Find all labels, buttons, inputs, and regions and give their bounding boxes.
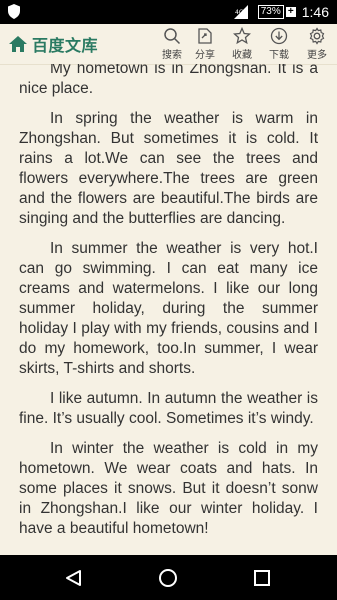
gear-icon [309, 27, 325, 45]
paragraph: My hometown is in Zhongshan. It is a nic… [19, 64, 318, 97]
star-icon [233, 27, 251, 45]
download-icon [270, 27, 288, 45]
home-nav-icon[interactable] [158, 568, 178, 588]
more-label: 更多 [307, 50, 327, 61]
share-icon [198, 28, 212, 44]
battery-indicator: 73% + [257, 5, 296, 19]
brand[interactable]: 百度文库 [8, 32, 98, 56]
download-button[interactable]: 下载 [264, 27, 294, 61]
app-title: 百度文库 [32, 38, 99, 55]
home-icon [9, 36, 27, 52]
more-button[interactable]: 更多 [302, 27, 332, 61]
favorite-label: 收藏 [232, 50, 252, 61]
svg-text:4G: 4G [235, 9, 244, 16]
clock: 1:46 [301, 4, 329, 20]
favorite-button[interactable]: 收藏 [227, 27, 257, 61]
search-icon [164, 28, 181, 45]
app-bar: 百度文库 搜索 分享 收藏 下载 更多 [0, 24, 337, 65]
charging-icon: + [285, 7, 296, 17]
paragraph: I like autumn. In autumn the weather is … [19, 390, 318, 427]
search-label: 搜索 [162, 50, 182, 61]
paragraph: In spring the weather is warm in Zhongsh… [19, 110, 318, 227]
document-viewer[interactable]: My hometown is in Zhongshan. It is a nic… [0, 64, 337, 555]
download-label: 下载 [269, 50, 289, 61]
paragraph: In summer the weather is very hot.I can … [19, 240, 318, 377]
document-text: My hometown is in Zhongshan. It is a nic… [19, 64, 318, 549]
share-label: 分享 [195, 50, 215, 61]
signal-icon: 4G [233, 5, 248, 19]
navigation-bar [0, 555, 337, 600]
paragraph: In winter the weather is cold in my home… [19, 440, 318, 537]
shield-icon [8, 4, 20, 19]
back-icon[interactable] [64, 568, 84, 588]
recents-icon[interactable] [252, 568, 272, 588]
battery-percent: 73% [257, 5, 284, 19]
search-button[interactable]: 搜索 [157, 27, 187, 61]
share-button[interactable]: 分享 [190, 27, 220, 61]
status-bar: 4G 73% + 1:46 [0, 0, 337, 24]
